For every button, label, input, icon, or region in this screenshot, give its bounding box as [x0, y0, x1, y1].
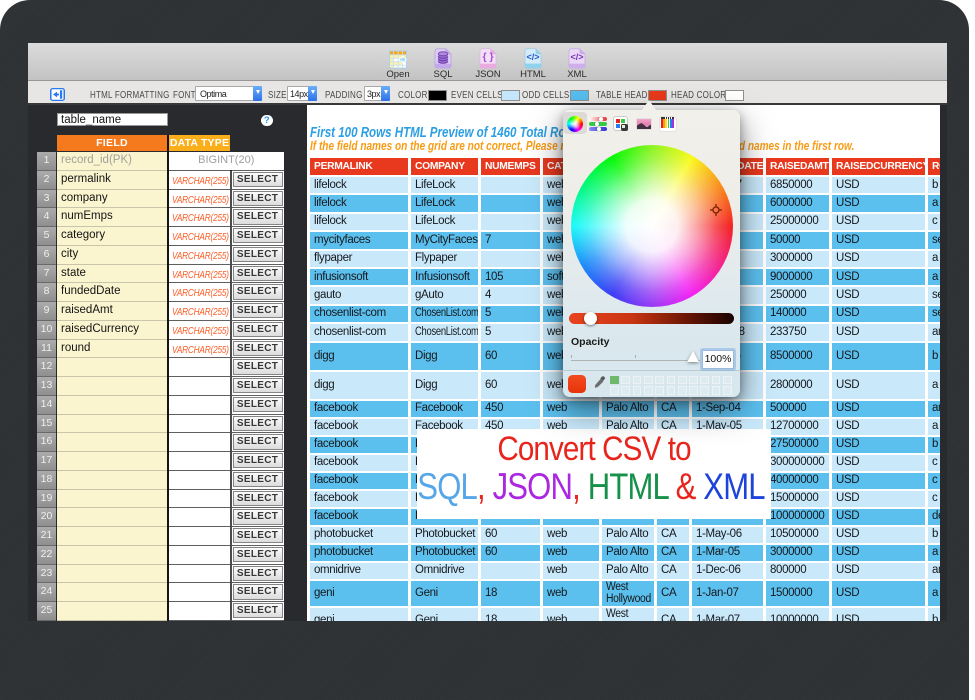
- svg-text:</>: </>: [570, 52, 583, 62]
- svg-text:{ }: { }: [482, 51, 493, 63]
- svg-text:</>: </>: [526, 52, 539, 62]
